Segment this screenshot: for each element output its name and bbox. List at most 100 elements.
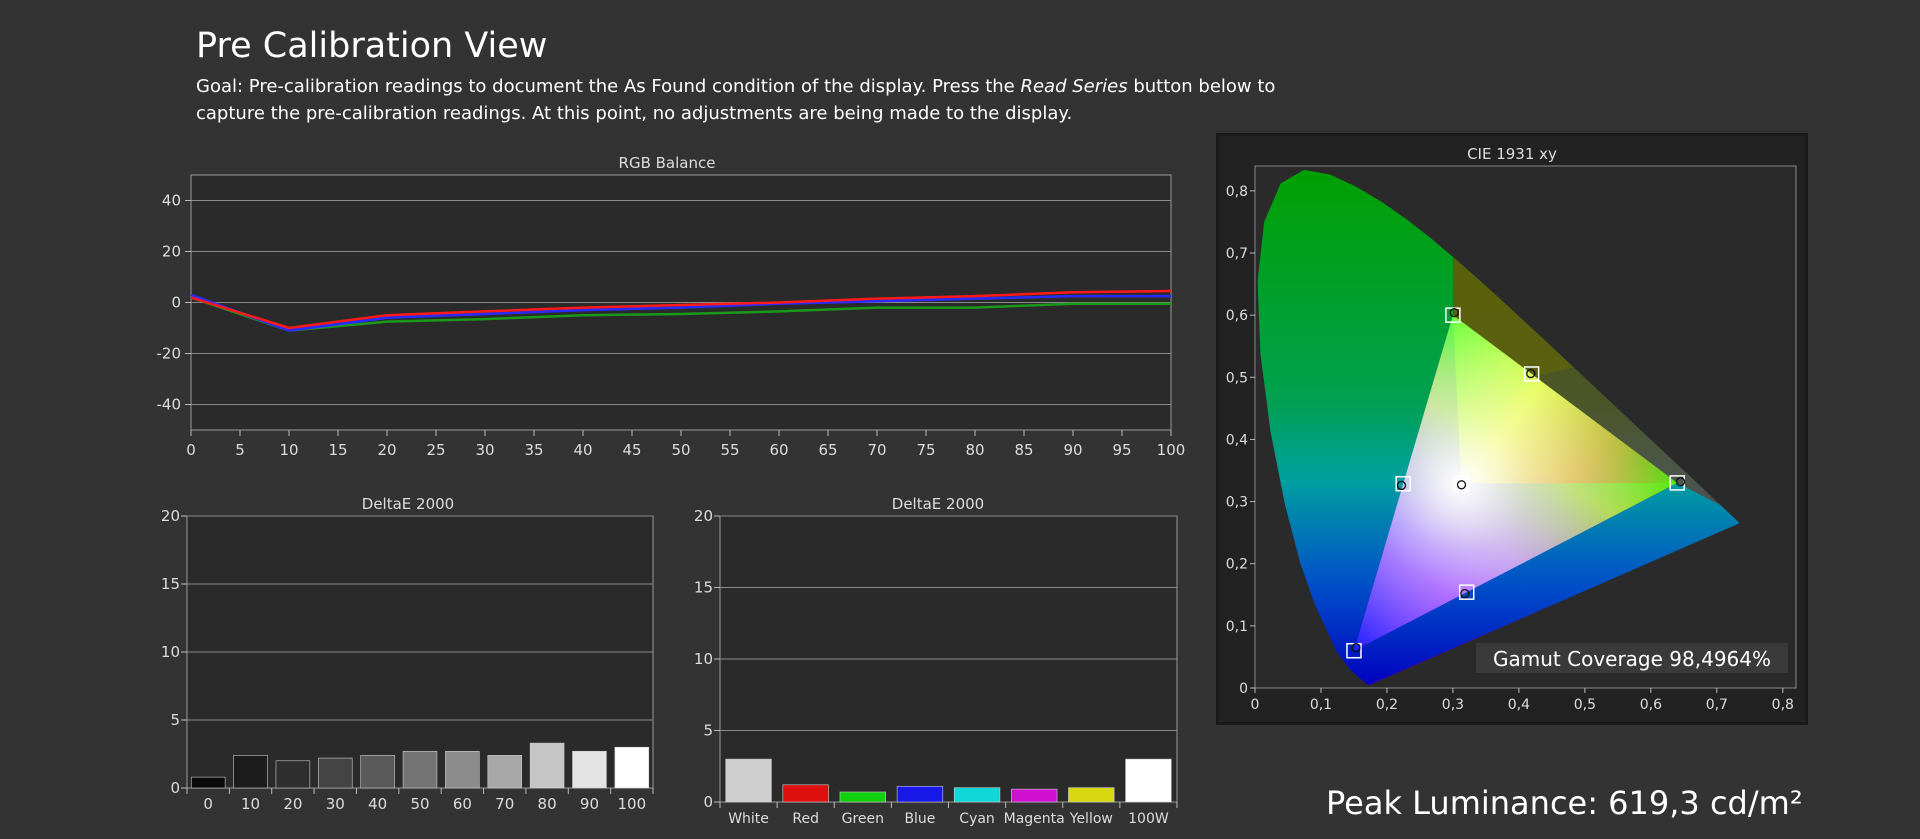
deltae-gray-title: DeltaE 2000 — [362, 495, 454, 513]
cie-xtick-label: 0,6 — [1640, 697, 1662, 713]
dc-ytick-label: 10 — [694, 650, 713, 668]
cie-ytick-label: 0,5 — [1226, 370, 1248, 386]
rgb-xtick-label: 25 — [426, 441, 445, 459]
rgb-xtick-label: 40 — [573, 441, 592, 459]
dc-xtick-label: Blue — [904, 811, 935, 827]
dg-xtick-label: 90 — [580, 795, 599, 813]
rgb-chart-title: RGB Balance — [619, 154, 716, 172]
goal-read-series: Read Series — [1020, 76, 1128, 97]
cie-ytick-label: 0 — [1239, 681, 1248, 697]
dg-bar — [445, 750, 480, 789]
gamut-coverage-label: Gamut Coverage 98,4964% — [1493, 647, 1771, 671]
dg-xtick-label: 70 — [495, 795, 514, 813]
rgb-xtick-label: 90 — [1063, 441, 1082, 459]
dg-xtick-label: 60 — [453, 795, 472, 813]
dg-xtick-label: 0 — [203, 795, 213, 813]
cie-xtick-label: 0 — [1251, 697, 1260, 713]
dg-xtick-label: 50 — [410, 795, 429, 813]
rgb-xtick-label: 70 — [867, 441, 886, 459]
rgb-xtick-label: 85 — [1014, 441, 1033, 459]
dg-xtick-label: 100 — [617, 795, 646, 813]
rgb-balance-chart: RGB Balance 0 5 10 15 20 25 30 35 40 45 50 55 60 65 70… — [157, 154, 1186, 459]
rgb-xtick-label: 60 — [769, 441, 788, 459]
dc-xtick-label: Cyan — [959, 811, 995, 827]
rgb-ytick-label: 0 — [171, 294, 181, 312]
rgb-xtick-label: 45 — [622, 441, 641, 459]
dc-bar — [839, 791, 886, 803]
dg-bar — [360, 755, 395, 789]
dc-ytick-label: 15 — [694, 579, 713, 597]
deltae-color-chart: DeltaE 2000 White Red Green Blue Cyan Magenta… — [694, 495, 1178, 827]
rgb-xtick-label: 5 — [235, 441, 245, 459]
dc-bar — [1068, 787, 1115, 803]
cie-xtick-label: 0,7 — [1706, 697, 1728, 713]
dg-ytick-label: 5 — [170, 711, 180, 729]
deltae-grayscale-chart: DeltaE 2000 0 10 20 30 40 50 60 70 80 90 100 0 5 10 1… — [161, 495, 654, 813]
dc-xtick-label: Magenta — [1004, 811, 1065, 827]
peak-luminance: Peak Luminance: 619,3 cd/m² — [1326, 784, 1803, 822]
cie-ytick-label: 0,8 — [1226, 184, 1248, 200]
dc-bar — [725, 758, 772, 803]
rgb-xtick-label: 100 — [1157, 441, 1186, 459]
cie-ytick-label: 0,1 — [1226, 619, 1248, 635]
goal-text-start: Goal: Pre-calibration readings to docume… — [196, 76, 1021, 97]
rgb-xtick-label: 30 — [475, 441, 494, 459]
rgb-xtick-label: 65 — [818, 441, 837, 459]
rgb-xtick-label: 15 — [328, 441, 347, 459]
deltae-color-title: DeltaE 2000 — [892, 495, 984, 513]
dc-ytick-label: 20 — [694, 507, 713, 525]
rgb-xtick-label: 10 — [279, 441, 298, 459]
dc-xtick-label: Red — [792, 811, 819, 827]
rgb-xtick-label: 95 — [1112, 441, 1131, 459]
dc-bar — [953, 787, 1001, 803]
cie-ytick-label: 0,4 — [1226, 432, 1248, 448]
cie-xtick-label: 0,5 — [1574, 697, 1596, 713]
cie-xtick-label: 0,3 — [1442, 697, 1464, 713]
dg-ytick-label: 15 — [161, 575, 180, 593]
dc-bar — [1125, 758, 1172, 803]
dg-xtick-label: 80 — [538, 795, 557, 813]
cie-xtick-label: 0,4 — [1508, 697, 1530, 713]
dc-ytick-label: 0 — [703, 793, 713, 811]
rgb-xtick-label: 35 — [524, 441, 543, 459]
dc-xtick-label: 100W — [1128, 811, 1169, 827]
page-title: Pre Calibration View — [196, 26, 548, 66]
rgb-xtick-label: 0 — [186, 441, 196, 459]
dg-bar — [614, 746, 650, 789]
dc-bar — [1011, 788, 1058, 803]
rgb-xtick-label: 55 — [720, 441, 739, 459]
dg-bar — [275, 760, 311, 789]
rgb-ytick-label: 20 — [162, 243, 181, 261]
cie-xtick-label: 0,2 — [1376, 697, 1398, 713]
dc-ytick-label: 5 — [703, 722, 713, 740]
cie-xtick-label: 0,8 — [1772, 697, 1794, 713]
cie-1931-chart: CIE 1931 xy 0 0,1 0,2 0,3 0,4 0,5 0,6 0,7 0,8 0,… — [1216, 133, 1808, 725]
cie-chart-title: CIE 1931 xy — [1467, 145, 1557, 163]
dc-xtick-label: White — [728, 811, 769, 827]
dg-bar — [402, 750, 438, 789]
dg-bar — [318, 757, 353, 789]
rgb-xtick-label: 50 — [671, 441, 690, 459]
dc-xtick-label: Yellow — [1069, 811, 1113, 827]
rgb-xtick-label: 75 — [916, 441, 935, 459]
dg-bar — [529, 742, 565, 789]
rgb-ytick-label: -40 — [157, 396, 182, 414]
dg-xtick-label: 40 — [368, 795, 387, 813]
dc-xtick-label: Green — [842, 811, 884, 827]
rgb-xtick-label: 20 — [377, 441, 396, 459]
dg-bar — [190, 776, 226, 789]
goal-description: Goal: Pre-calibration readings to docume… — [196, 73, 1296, 127]
dc-bar — [782, 784, 829, 803]
dg-ytick-label: 10 — [161, 643, 180, 661]
dg-xtick-label: 30 — [326, 795, 345, 813]
dc-bar — [896, 785, 944, 803]
rgb-ytick-label: 40 — [162, 192, 181, 210]
dg-xtick-label: 20 — [283, 795, 302, 813]
cie-ytick-label: 0,3 — [1226, 495, 1248, 511]
cie-ytick-label: 0,2 — [1226, 557, 1248, 573]
dg-ytick-label: 0 — [170, 779, 180, 797]
dg-bar — [233, 755, 268, 789]
dg-bar — [487, 755, 522, 789]
dg-ytick-label: 20 — [161, 507, 180, 525]
dg-xtick-label: 10 — [241, 795, 260, 813]
